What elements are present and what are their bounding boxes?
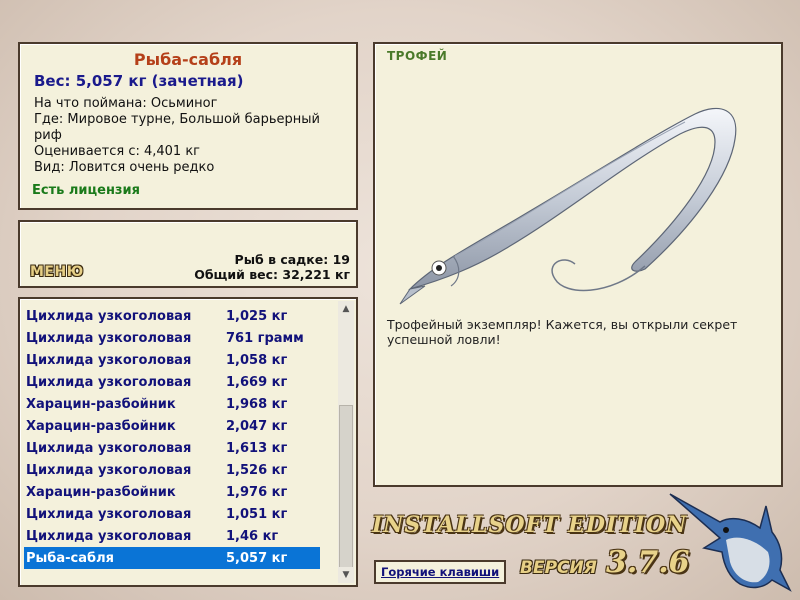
list-item[interactable]: Цихлида узкоголовая 1,613 кг	[24, 437, 320, 459]
hotkeys-button[interactable]: Горячие клавиши	[374, 560, 507, 584]
keepnet-stats: Рыб в садке: 19 Общий вес: 32,221 кг	[194, 252, 350, 282]
rarity-line: Вид: Ловится очень редко	[34, 160, 215, 175]
fish-weight-cell: 761 грамм	[226, 330, 304, 346]
fish-name-cell: Цихлида узкоголовая	[26, 308, 192, 324]
scroll-down-arrow-icon[interactable]: ▼	[338, 567, 354, 583]
bait-line: На что поймана: Осьминог	[34, 96, 218, 111]
marlin-logo-icon	[669, 493, 792, 592]
fish-name-cell: Харацин-разбойник	[26, 396, 176, 412]
fish-weight-cell: 2,047 кг	[226, 418, 288, 434]
fish-name-cell: Цихлида узкоголовая	[26, 352, 192, 368]
list-item[interactable]: Харацин-разбойник 1,976 кг	[24, 481, 320, 503]
fish-name-cell: Цихлида узкоголовая	[26, 506, 192, 522]
fish-name-cell: Харацин-разбойник	[26, 418, 176, 434]
list-item[interactable]: Цихлида узкоголовая 1,669 кг	[24, 371, 320, 393]
license-status: Есть лицензия	[32, 183, 140, 198]
version-label: ВЕРСИЯ	[520, 558, 597, 578]
fish-weight-cell: 1,526 кг	[226, 462, 288, 478]
fish-weight: Вес: 5,057 кг (зачетная)	[34, 72, 244, 90]
scroll-thumb[interactable]	[339, 405, 353, 571]
fish-weight-cell: 1,669 кг	[226, 374, 288, 390]
list-item[interactable]: Харацин-разбойник 2,047 кг	[24, 415, 320, 437]
fish-weight-cell: 1,976 кг	[226, 484, 288, 500]
fish-name-cell: Рыба-сабля	[26, 550, 114, 566]
fish-name-cell: Цихлида узкоголовая	[26, 462, 192, 478]
fish-weight-cell: 1,46 кг	[226, 528, 279, 544]
fish-info-panel: Рыба-сабля Вес: 5,057 кг (зачетная) На ч…	[18, 42, 358, 210]
list-item[interactable]: Цихлида узкоголовая 1,526 кг	[24, 459, 320, 481]
menu-button[interactable]: МЕНЮ	[30, 264, 84, 280]
total-weight: Общий вес: 32,221 кг	[194, 267, 350, 282]
list-item[interactable]: Цихлида узкоголовая 1,46 кг	[24, 525, 320, 547]
edition-logo: INSTALLSOFT EDITION	[372, 512, 688, 538]
fish-count: Рыб в садке: 19	[234, 252, 350, 267]
fish-weight-cell: 1,051 кг	[226, 506, 288, 522]
fish-name-cell: Харацин-разбойник	[26, 484, 176, 500]
fish-weight-cell: 1,968 кг	[226, 396, 288, 412]
list-item[interactable]: Цихлида узкоголовая 761 грамм	[24, 327, 320, 349]
fish-weight-cell: 1,613 кг	[226, 440, 288, 456]
stats-panel: МЕНЮ Рыб в садке: 19 Общий вес: 32,221 к…	[18, 220, 358, 288]
list-item-selected[interactable]: Рыба-сабля 5,057 кг	[24, 547, 320, 569]
rated-from-line: Оценивается с: 4,401 кг	[34, 144, 201, 159]
scroll-up-arrow-icon[interactable]: ▲	[338, 301, 354, 317]
list-item[interactable]: Цихлида узкоголовая 1,025 кг	[24, 305, 320, 327]
fish-name-cell: Цихлида узкоголовая	[26, 440, 192, 456]
fish-details: На что поймана: Осьминог Где: Мировое ту…	[34, 96, 334, 176]
fish-weight-cell: 5,057 кг	[226, 550, 288, 566]
catch-list: Цихлида узкоголовая 1,025 кг Цихлида узког…	[18, 297, 358, 587]
fish-weight-cell: 1,025 кг	[226, 308, 288, 324]
trophy-message: Трофейный экземпляр! Кажется, вы открыли…	[387, 317, 738, 347]
largehead-hairtail-fish-image	[399, 107, 737, 305]
fish-name-cell: Цихлида узкоголовая	[26, 528, 192, 544]
catch-list-rows: Цихлида узкоголовая 1,025 кг Цихлида узког…	[24, 305, 320, 569]
fish-name: Рыба-сабля	[133, 50, 243, 69]
list-item[interactable]: Харацин-разбойник 1,968 кг	[24, 393, 320, 415]
fish-weight-cell: 1,058 кг	[226, 352, 288, 368]
trophy-label: ТРОФЕЙ	[387, 49, 448, 63]
list-item[interactable]: Цихлида узкоголовая 1,058 кг	[24, 349, 320, 371]
fish-name-cell: Цихлида узкоголовая	[26, 330, 192, 346]
list-scrollbar[interactable]: ▲ ▼	[338, 301, 354, 583]
location-line: Где: Мировое турне, Большой барьерный ри…	[34, 112, 320, 143]
fish-name-cell: Цихлида узкоголовая	[26, 374, 192, 390]
trophy-panel: ТРОФЕЙ Трофейный экземпляр! Кажется, вы …	[373, 42, 783, 487]
list-item[interactable]: Цихлида узкоголовая 1,051 кг	[24, 503, 320, 525]
